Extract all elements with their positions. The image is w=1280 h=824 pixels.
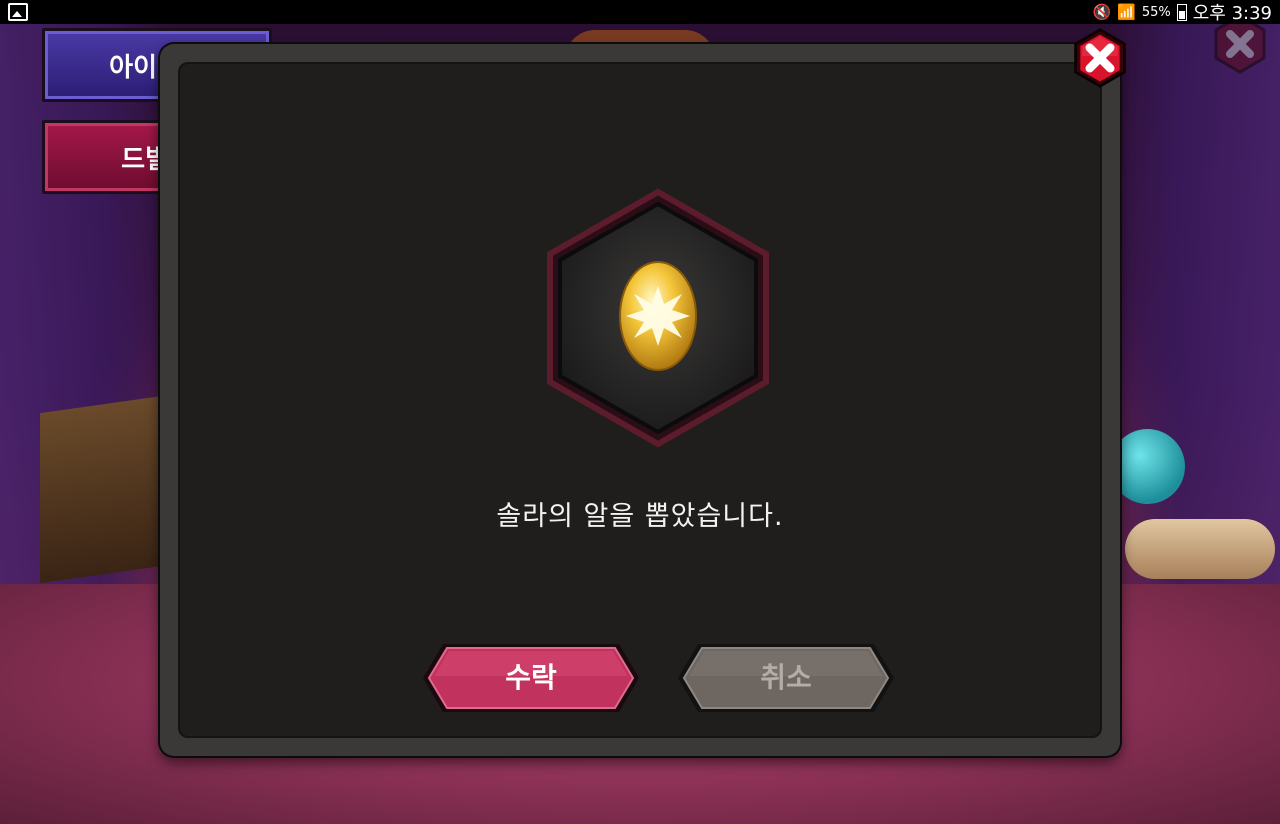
accept-button-label: 수락 [505, 661, 557, 694]
crystal-ball [1110, 429, 1185, 504]
book-decoration [40, 394, 170, 584]
status-bar: 🔇 📶 55% 오후 3:39 [0, 0, 1280, 24]
dialog-close-button[interactable] [1070, 28, 1130, 88]
battery-percent: 55% [1141, 4, 1171, 20]
wifi-icon: 📶 [1117, 3, 1136, 21]
clock: 오후 3:39 [1192, 3, 1272, 24]
status-bar-right: 🔇 📶 55% 오후 3:39 [1092, 0, 1272, 24]
dialog-body: 솔라의 알을 뽑았습니다. 수락 취소 [178, 62, 1102, 738]
close-icon [1074, 28, 1126, 88]
cancel-button-label: 취소 [760, 661, 812, 694]
gallery-icon [8, 3, 28, 21]
scroll-decoration [1125, 519, 1275, 579]
item-frame [547, 188, 769, 448]
reward-message: 솔라의 알을 뽑았습니다. [496, 501, 784, 532]
accept-button[interactable]: 수락 [421, 642, 641, 714]
cancel-button[interactable]: 취소 [676, 642, 896, 714]
golden-egg-icon [619, 261, 697, 371]
mute-icon: 🔇 [1092, 3, 1112, 21]
reward-dialog: 솔라의 알을 뽑았습니다. 수락 취소 [160, 44, 1120, 756]
battery-icon [1176, 3, 1187, 21]
